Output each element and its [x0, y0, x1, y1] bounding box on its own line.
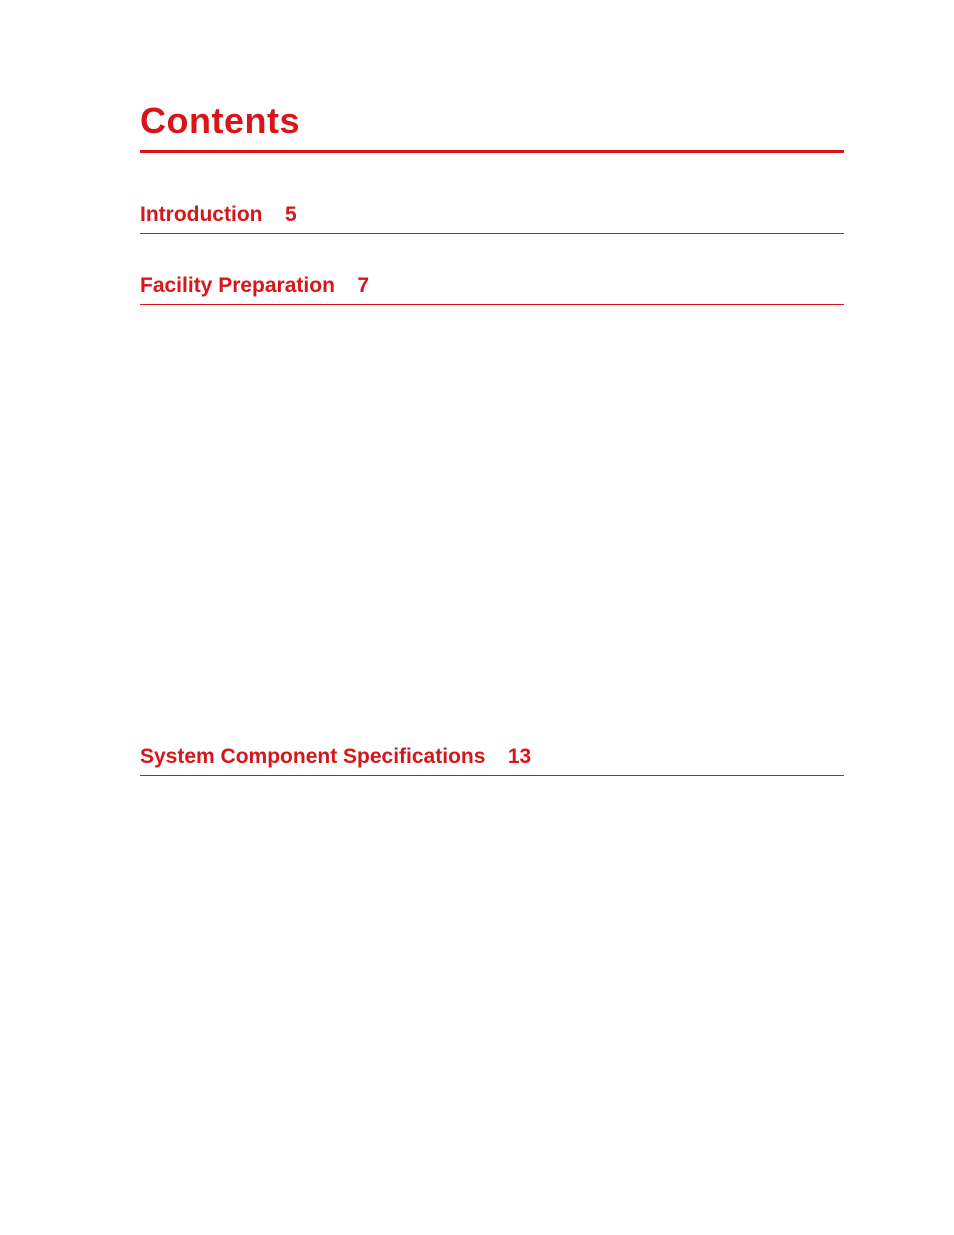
toc-entry-title: Introduction	[140, 203, 262, 226]
page-title: Contents	[140, 100, 844, 142]
toc-entry-page: 13	[508, 745, 531, 768]
toc-entry-page: 5	[285, 203, 297, 226]
toc-entry-facility-preparation[interactable]: Facility Preparation 7	[140, 274, 844, 305]
toc-entry-page: 7	[357, 274, 369, 297]
toc-entry-system-component-specifications[interactable]: System Component Specifications 13	[140, 745, 844, 776]
toc-entry-title: System Component Specifications	[140, 745, 485, 768]
title-block: Contents	[140, 100, 844, 153]
toc-entry-introduction[interactable]: Introduction 5	[140, 203, 844, 234]
toc-entry-title: Facility Preparation	[140, 274, 335, 297]
